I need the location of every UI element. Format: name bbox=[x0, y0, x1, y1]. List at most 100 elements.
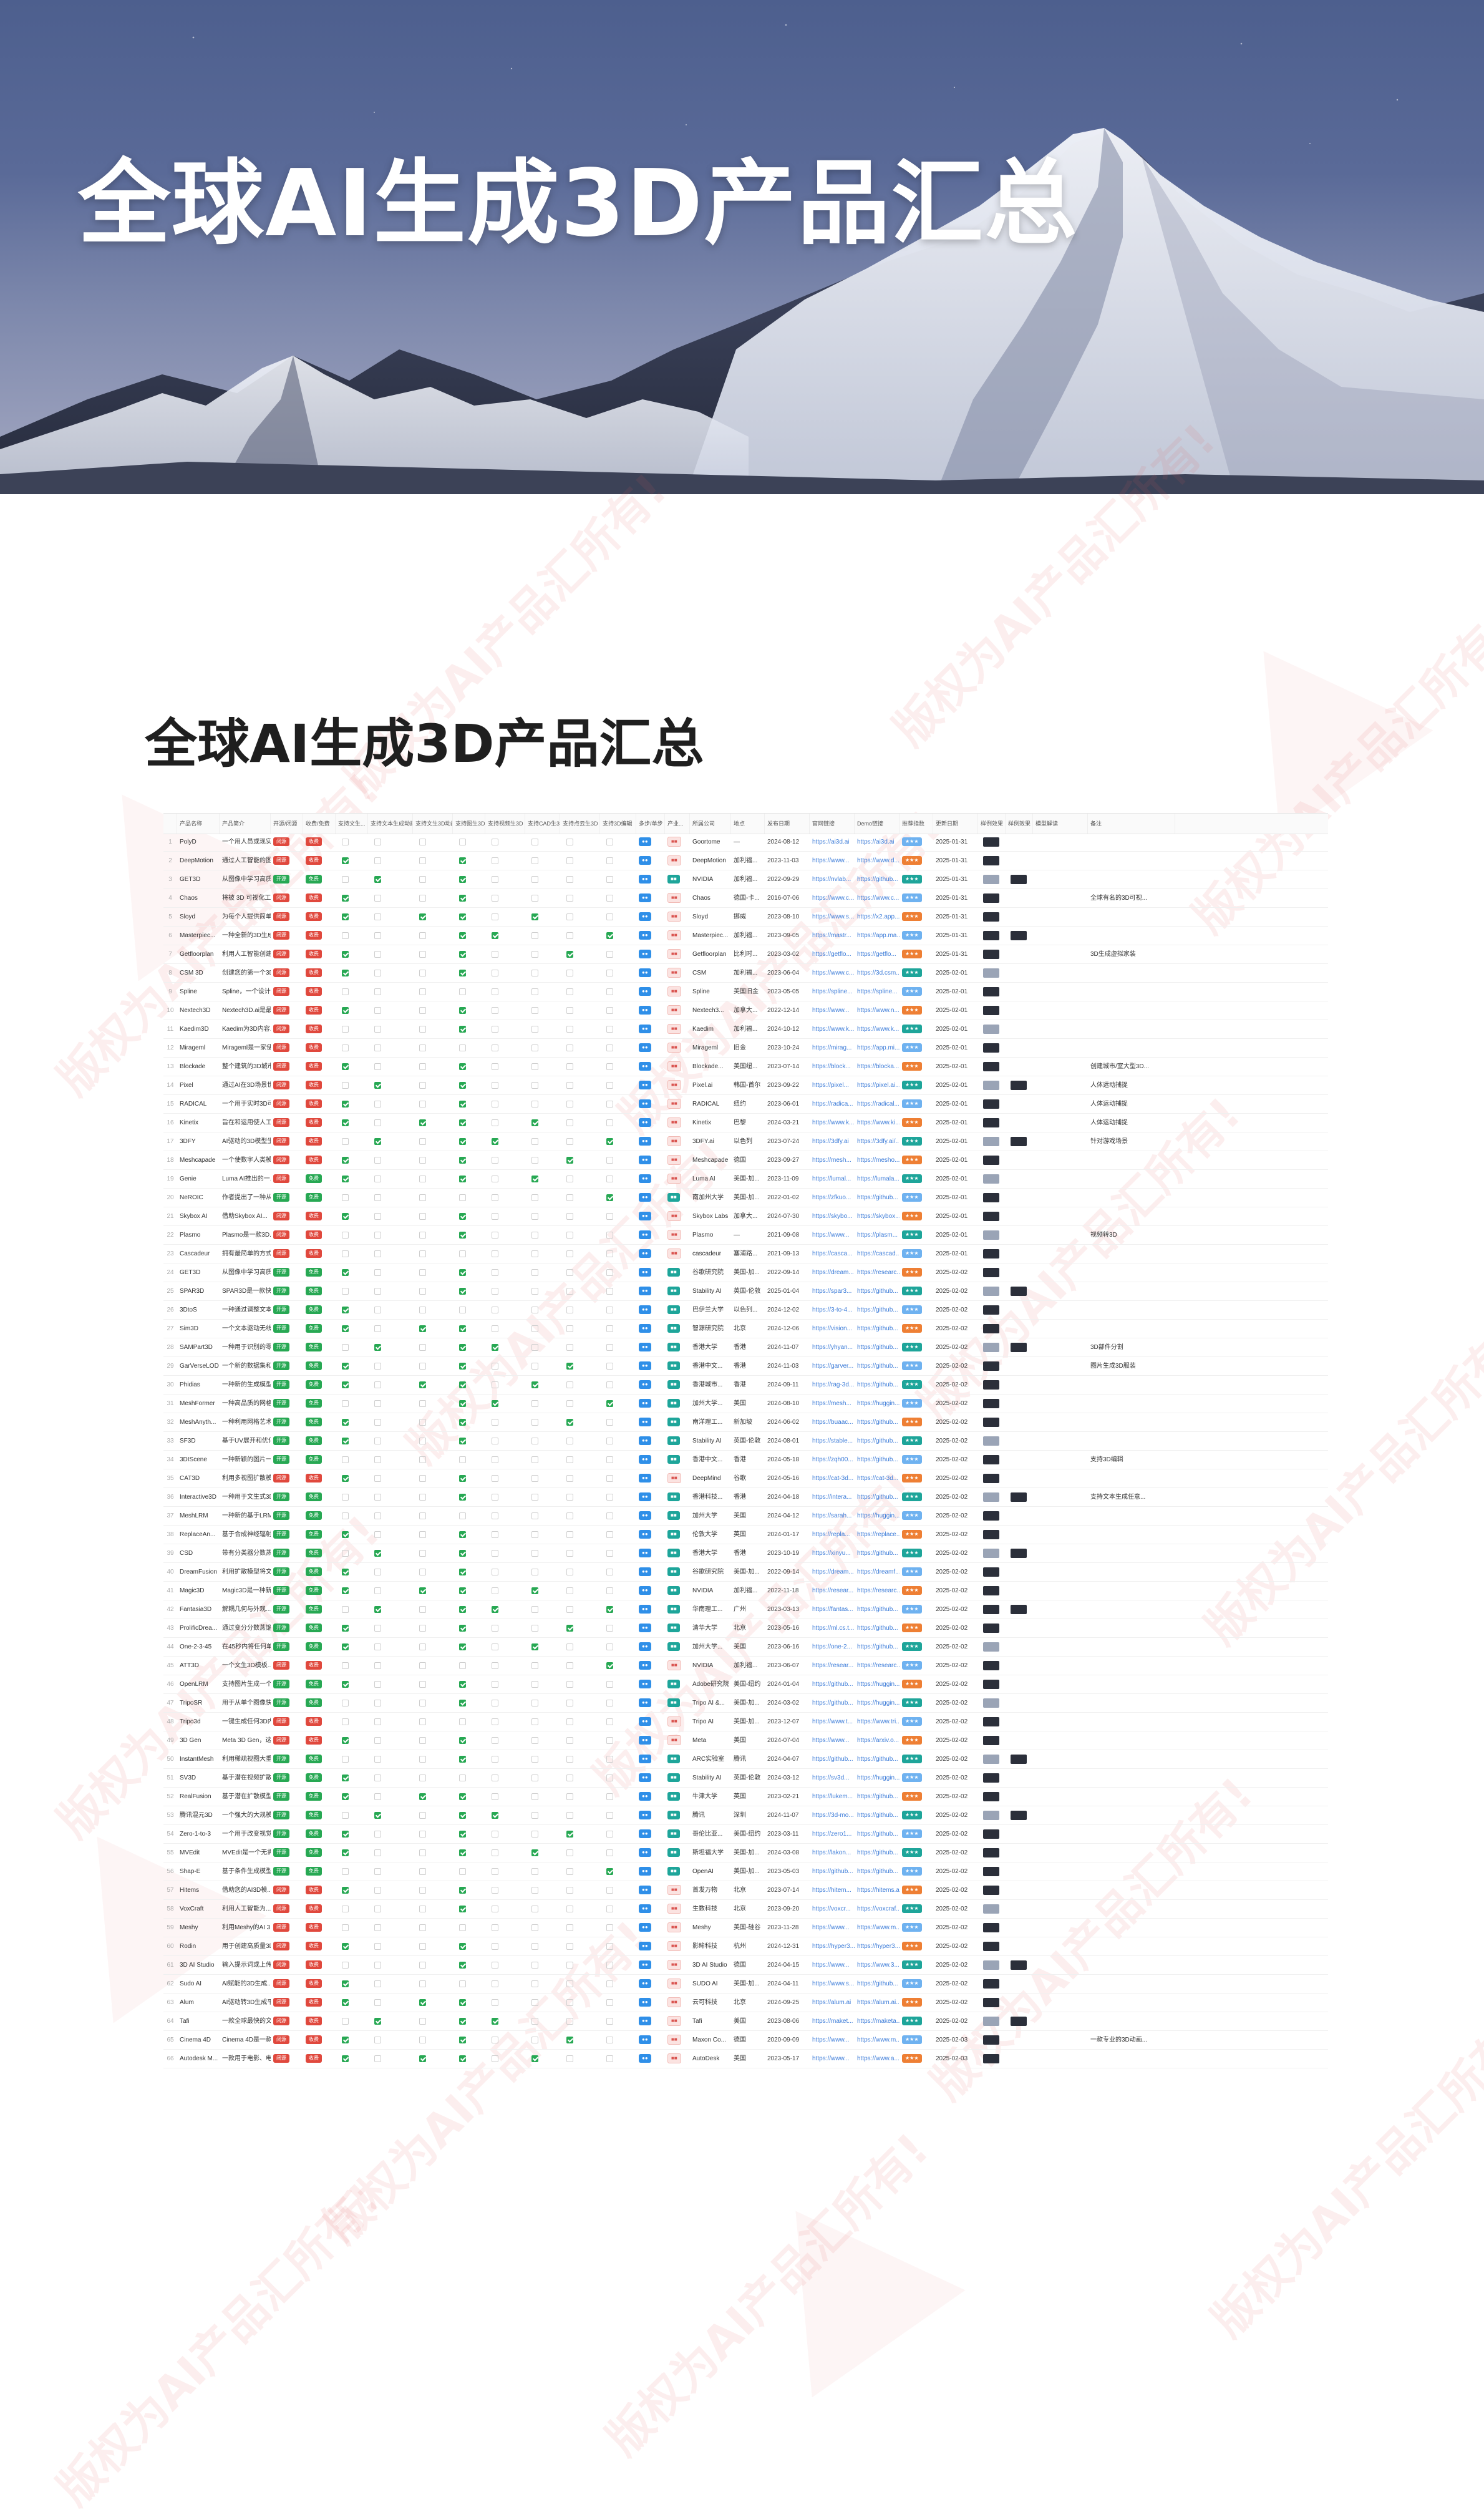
capability-checkbox[interactable] bbox=[374, 932, 381, 939]
sample-cell[interactable] bbox=[978, 1114, 1006, 1132]
capability-checkbox[interactable] bbox=[492, 1175, 498, 1182]
capability-cell[interactable] bbox=[600, 1170, 636, 1188]
capability-checkbox[interactable] bbox=[342, 1680, 349, 1688]
capability-checkbox[interactable] bbox=[459, 1437, 466, 1444]
capability-cell[interactable] bbox=[336, 927, 368, 945]
capability-cell[interactable] bbox=[368, 1713, 413, 1731]
location-cell[interactable]: 纽约 bbox=[731, 1095, 765, 1113]
demo-link[interactable]: https://github... bbox=[855, 1844, 900, 1862]
product-desc-cell[interactable]: 借助Skybox AI... bbox=[220, 1207, 271, 1225]
capability-checkbox[interactable] bbox=[342, 1250, 349, 1257]
website-link[interactable]: https://skybo... bbox=[810, 1207, 855, 1225]
capability-checkbox[interactable] bbox=[606, 1268, 613, 1276]
capability-checkbox[interactable] bbox=[531, 1119, 538, 1126]
capability-checkbox[interactable] bbox=[459, 1343, 466, 1351]
table-row[interactable]: 11 Kaedim3D Kaedim为3D内容... 闭源 收费 ●● ■■ Kaedim 加利… bbox=[163, 1020, 1328, 1039]
capability-checkbox[interactable] bbox=[342, 1006, 349, 1014]
note-cell[interactable] bbox=[1088, 1713, 1175, 1731]
location-cell[interactable]: 加利福... bbox=[731, 1582, 765, 1600]
pricing-cell[interactable]: 免费 bbox=[303, 1395, 336, 1413]
capability-checkbox[interactable] bbox=[342, 1699, 349, 1706]
release-date-cell[interactable]: 2016-07-06 bbox=[765, 889, 810, 907]
capability-cell[interactable] bbox=[336, 1675, 368, 1693]
capability-checkbox[interactable] bbox=[342, 1736, 349, 1744]
capability-cell[interactable] bbox=[413, 1282, 453, 1300]
capability-cell[interactable] bbox=[336, 1900, 368, 1918]
sample-cell[interactable] bbox=[978, 870, 1006, 888]
capability-checkbox[interactable] bbox=[531, 1549, 538, 1557]
capability-checkbox[interactable] bbox=[531, 2055, 538, 2062]
table-row[interactable]: 16Kinetix旨在和运用使人工...闭源收费●●■■Kinetix巴黎202… bbox=[163, 1114, 1328, 1132]
website-link[interactable]: https://alum.ai bbox=[810, 1994, 855, 2012]
capability-cell[interactable] bbox=[413, 1451, 453, 1469]
capability-cell[interactable] bbox=[336, 1263, 368, 1282]
sample-thumbnail[interactable] bbox=[1011, 2016, 1027, 2026]
capability-cell[interactable] bbox=[525, 1675, 560, 1693]
capability-cell[interactable] bbox=[560, 1994, 600, 2012]
license-cell[interactable]: 开源 bbox=[271, 1432, 303, 1450]
capability-checkbox[interactable] bbox=[419, 1381, 426, 1388]
table-row[interactable]: 263DtoS一种通过调整文本...开源免费●●■■巴伊兰大学以色列...202… bbox=[163, 1301, 1328, 1320]
license-cell[interactable]: 闭源 bbox=[271, 1001, 303, 1020]
capability-cell[interactable] bbox=[368, 1731, 413, 1750]
capability-checkbox[interactable] bbox=[492, 1231, 498, 1239]
capability-checkbox[interactable] bbox=[419, 1905, 426, 1912]
capability-cell[interactable] bbox=[560, 1750, 600, 1768]
release-date-cell[interactable]: 2024-12-06 bbox=[765, 1320, 810, 1338]
product-name-cell[interactable]: Phidias bbox=[177, 1376, 220, 1394]
sample-thumbnail[interactable] bbox=[983, 1398, 999, 1408]
capability-checkbox[interactable] bbox=[566, 1736, 573, 1744]
website-link[interactable]: https://one-2... bbox=[810, 1638, 855, 1656]
model-explain-link[interactable] bbox=[1033, 1975, 1088, 1993]
capability-checkbox[interactable] bbox=[374, 1924, 381, 1931]
capability-cell[interactable] bbox=[413, 1320, 453, 1338]
capability-cell[interactable] bbox=[336, 1657, 368, 1675]
capability-checkbox[interactable] bbox=[531, 1044, 538, 1051]
capability-checkbox[interactable] bbox=[459, 1081, 466, 1089]
capability-checkbox[interactable] bbox=[492, 838, 498, 845]
capability-checkbox[interactable] bbox=[566, 1662, 573, 1669]
demo-link[interactable]: https://github... bbox=[855, 1788, 900, 1806]
table-row[interactable]: 10Nextech3DNextech3D.ai是最...闭源收费●●■■Next… bbox=[163, 1001, 1328, 1020]
capability-checkbox[interactable] bbox=[419, 1287, 426, 1295]
capability-checkbox[interactable] bbox=[606, 1699, 613, 1706]
sample-thumbnail[interactable] bbox=[983, 2053, 999, 2063]
sample-cell[interactable] bbox=[1006, 833, 1033, 851]
capability-cell[interactable] bbox=[453, 1207, 485, 1225]
update-date-cell[interactable]: 2025-02-02 bbox=[933, 1432, 978, 1450]
capability-checkbox[interactable] bbox=[459, 988, 466, 995]
note-cell[interactable]: 人体运动捕捉 bbox=[1088, 1095, 1175, 1113]
capability-checkbox[interactable] bbox=[492, 1343, 498, 1351]
pricing-cell[interactable]: 收费 bbox=[303, 1657, 336, 1675]
capability-checkbox[interactable] bbox=[566, 1156, 573, 1164]
product-desc-cell[interactable]: 将被 3D 可视化工... bbox=[220, 889, 271, 907]
capability-cell[interactable] bbox=[368, 1320, 413, 1338]
capability-cell[interactable] bbox=[485, 2012, 525, 2030]
capability-cell[interactable] bbox=[525, 1263, 560, 1282]
capability-checkbox[interactable] bbox=[606, 1474, 613, 1482]
product-desc-cell[interactable]: 一个文本驱动无线... bbox=[220, 1320, 271, 1338]
model-explain-link[interactable] bbox=[1033, 1488, 1088, 1506]
sample-cell[interactable] bbox=[978, 1413, 1006, 1431]
capability-checkbox[interactable] bbox=[342, 1980, 349, 1987]
note-cell[interactable] bbox=[1088, 1825, 1175, 1843]
license-cell[interactable]: 闭源 bbox=[271, 1132, 303, 1151]
capability-cell[interactable] bbox=[525, 1956, 560, 1974]
note-cell[interactable] bbox=[1088, 1900, 1175, 1918]
capability-checkbox[interactable] bbox=[606, 1512, 613, 1519]
capability-checkbox[interactable] bbox=[419, 1006, 426, 1014]
capability-checkbox[interactable] bbox=[374, 1999, 381, 2006]
product-desc-cell[interactable]: 一个用于改变视觉... bbox=[220, 1825, 271, 1843]
capability-checkbox[interactable] bbox=[374, 857, 381, 864]
capability-checkbox[interactable] bbox=[374, 1587, 381, 1594]
capability-cell[interactable] bbox=[525, 1881, 560, 1899]
capability-cell[interactable] bbox=[485, 1226, 525, 1244]
pricing-cell[interactable]: 收费 bbox=[303, 1881, 336, 1899]
capability-cell[interactable] bbox=[600, 1994, 636, 2012]
capability-cell[interactable] bbox=[413, 1338, 453, 1356]
company-cell[interactable]: Meta bbox=[690, 1731, 731, 1750]
capability-checkbox[interactable] bbox=[342, 1849, 349, 1856]
location-cell[interactable]: 杭州 bbox=[731, 1937, 765, 1955]
location-cell[interactable]: 香港 bbox=[731, 1451, 765, 1469]
capability-cell[interactable] bbox=[485, 2031, 525, 2049]
